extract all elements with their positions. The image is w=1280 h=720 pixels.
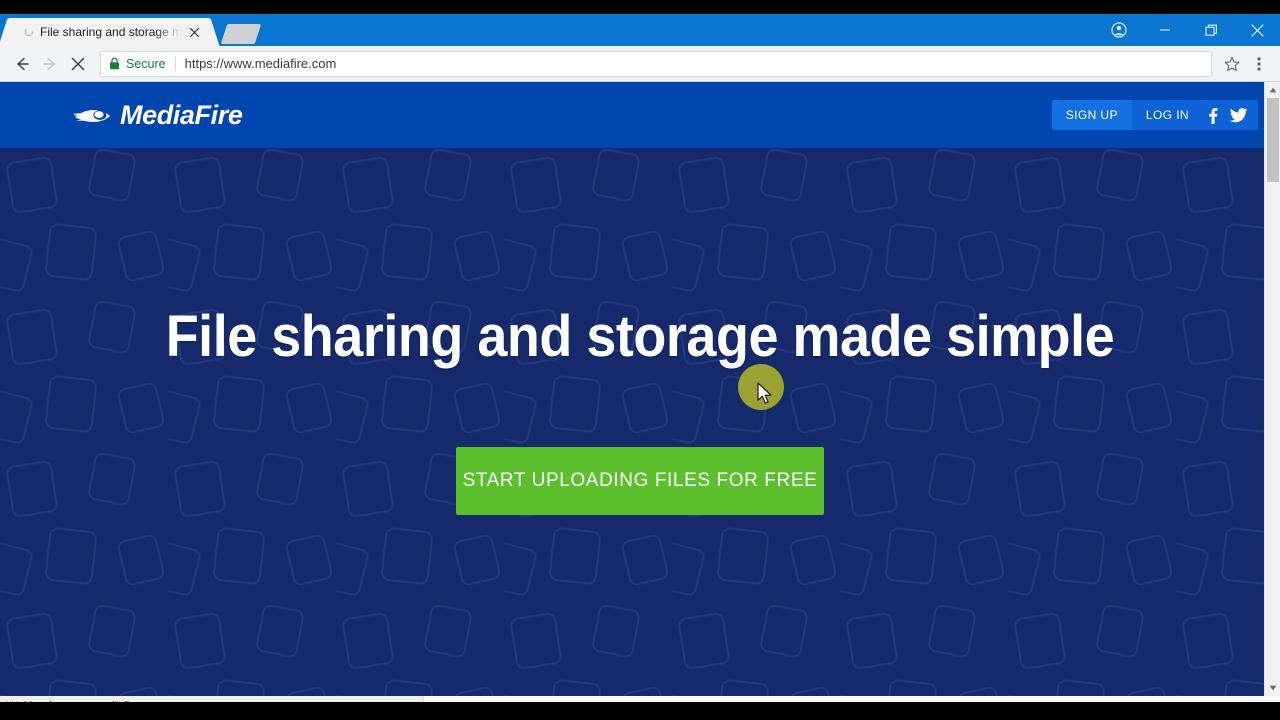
page-viewport: MediaFire SIGN UP LOG IN File sharing an… bbox=[0, 82, 1280, 696]
window-close-button[interactable] bbox=[1234, 14, 1280, 46]
profile-icon[interactable] bbox=[1096, 14, 1142, 46]
browser-tab[interactable]: File sharing and storage m bbox=[10, 18, 209, 46]
social-links bbox=[1203, 100, 1258, 130]
forward-arrow-icon bbox=[36, 50, 64, 78]
browser-window: File sharing and storage m Secure https:… bbox=[0, 14, 1280, 702]
new-tab-button[interactable] bbox=[220, 24, 262, 44]
scrollbar-track[interactable] bbox=[1265, 98, 1280, 680]
browser-titlebar: File sharing and storage m bbox=[0, 14, 1280, 46]
sign-up-button[interactable]: SIGN UP bbox=[1051, 100, 1132, 130]
scroll-up-arrow-icon[interactable] bbox=[1265, 82, 1280, 98]
facebook-icon[interactable] bbox=[1203, 106, 1221, 124]
scroll-down-arrow-icon[interactable] bbox=[1265, 680, 1280, 696]
security-badge: Secure bbox=[109, 57, 166, 71]
tab-close-icon[interactable] bbox=[186, 24, 202, 40]
minimize-button[interactable] bbox=[1142, 14, 1188, 46]
star-icon[interactable] bbox=[1218, 51, 1246, 77]
letterbox-top bbox=[0, 0, 1280, 14]
browser-toolbar: Secure https:// www.mediafire.com bbox=[0, 46, 1280, 82]
three-dot-menu-icon[interactable] bbox=[1246, 50, 1272, 78]
vertical-scrollbar[interactable] bbox=[1264, 82, 1280, 696]
brand-name: MediaFire bbox=[120, 99, 243, 130]
screen: File sharing and storage m Secure https:… bbox=[0, 0, 1280, 720]
letterbox-bottom bbox=[0, 702, 1280, 720]
tab-strip: File sharing and storage m bbox=[0, 14, 262, 46]
spinner-icon bbox=[24, 27, 34, 37]
lock-icon bbox=[109, 57, 120, 70]
mediafire-comet-icon bbox=[74, 104, 112, 126]
restore-button[interactable] bbox=[1188, 14, 1234, 46]
back-arrow-icon[interactable] bbox=[8, 50, 36, 78]
stop-loading-icon[interactable] bbox=[64, 50, 92, 78]
hero-content: File sharing and storage made simple STA… bbox=[0, 148, 1280, 696]
url-host: www.mediafire.com bbox=[223, 56, 337, 71]
twitter-icon[interactable] bbox=[1230, 106, 1248, 124]
tab-title: File sharing and storage m bbox=[40, 25, 183, 39]
hero-section: File sharing and storage made simple STA… bbox=[0, 148, 1280, 696]
mouse-pointer-icon bbox=[757, 382, 772, 404]
scrollbar-thumb[interactable] bbox=[1266, 98, 1279, 182]
window-controls bbox=[1096, 14, 1280, 46]
site-header: MediaFire SIGN UP LOG IN bbox=[0, 82, 1280, 148]
brand-logo[interactable]: MediaFire bbox=[74, 99, 243, 131]
page-title: File sharing and storage made simple bbox=[165, 304, 1115, 369]
header-actions: SIGN UP LOG IN bbox=[1051, 100, 1258, 130]
address-bar[interactable]: Secure https:// www.mediafire.com bbox=[100, 50, 1212, 77]
url-scheme: https:// bbox=[184, 56, 224, 71]
secure-label: Secure bbox=[126, 56, 166, 71]
start-uploading-button[interactable]: START UPLOADING FILES FOR FREE bbox=[456, 447, 824, 515]
omnibox-separator bbox=[174, 56, 176, 71]
log-in-button[interactable]: LOG IN bbox=[1132, 100, 1203, 130]
